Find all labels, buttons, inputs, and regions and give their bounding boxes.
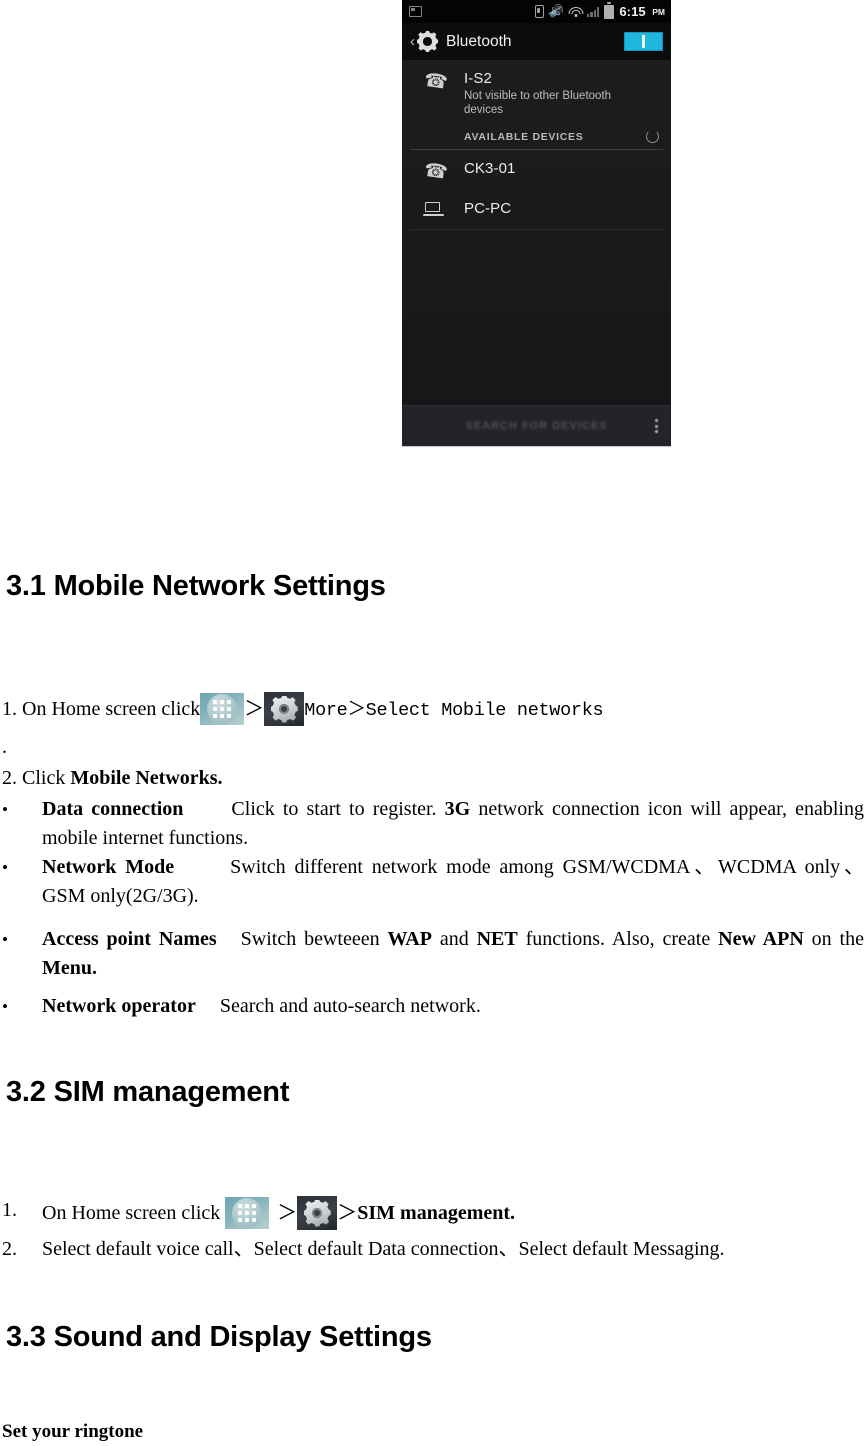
battery-icon bbox=[604, 2, 615, 19]
bluetooth-device-list: ☎ I-S2 Not visible to other Bluetooth de… bbox=[402, 60, 671, 230]
bullet-body: Network Mode Switch different network mod… bbox=[2, 853, 864, 911]
bluetooth-toggle[interactable] bbox=[624, 32, 663, 51]
bullet-marker: • bbox=[2, 997, 8, 1016]
status-bar-ampm: PM bbox=[652, 6, 665, 17]
step-3-1-2-prefix: 2. Click bbox=[2, 767, 71, 789]
status-bar-clock: 6:15 bbox=[619, 4, 646, 19]
bluetooth-settings-screenshot: 🔊 6:15 PM ‹ Bluetooth ☎ I-S2 Not visible… bbox=[402, 0, 671, 447]
phone-icon: ☎ bbox=[422, 69, 449, 94]
status-bar-right: 🔊 6:15 PM bbox=[535, 2, 671, 19]
bullet-bold-3g: 3G bbox=[444, 798, 471, 820]
step-number: 1. bbox=[2, 1199, 17, 1221]
phone-icon: ☎ bbox=[422, 159, 449, 184]
device-text: CK3-01 bbox=[464, 159, 515, 178]
step-body: On Home screen click ＞ ＞SIM management. bbox=[2, 1196, 862, 1230]
bullet-body: Access point Names Switch bewteeen WAP an… bbox=[2, 925, 864, 983]
bullet-text-g: on the bbox=[803, 928, 864, 950]
bullet-term: Data connection bbox=[42, 798, 184, 820]
bullet-bold-menu: Menu. bbox=[42, 957, 97, 979]
step-3-1-1-prefix: 1. On Home screen click bbox=[2, 698, 201, 720]
bullet-access-point-names: • Access point Names Switch bewteeen WAP … bbox=[2, 925, 864, 983]
step-3-1-2-bold: Mobile Networks. bbox=[70, 767, 223, 789]
action-bar: ‹ Bluetooth bbox=[402, 23, 671, 60]
heading-3-2: 3.2 SIM management bbox=[6, 1076, 290, 1108]
bullet-marker: • bbox=[2, 800, 8, 819]
device-icon-wrap bbox=[402, 199, 464, 217]
bottom-action-bar: SEARCH FOR DEVICES bbox=[402, 405, 671, 446]
gear-icon bbox=[417, 31, 438, 52]
bullet-network-mode: • Network Mode Switch different network m… bbox=[2, 853, 864, 911]
step-3-2-1: 1. On Home screen click ＞ ＞SIM managemen… bbox=[2, 1196, 862, 1230]
phone-screen: 🔊 6:15 PM ‹ Bluetooth ☎ I-S2 Not visible… bbox=[402, 0, 671, 446]
own-device-text: I-S2 Not visible to other Bluetooth devi… bbox=[464, 69, 629, 117]
bullet-body: Data connection Click to start to registe… bbox=[2, 795, 864, 853]
step-3-1-1-path: More＞Select Mobile networks bbox=[304, 700, 604, 721]
app-drawer-icon[interactable] bbox=[225, 1197, 270, 1229]
bullet-text-e: functions. Also, create bbox=[517, 928, 719, 950]
step-3-2-1-bold: SIM management. bbox=[357, 1202, 516, 1224]
bullet-marker: • bbox=[2, 858, 8, 877]
step-3-1-1: 1. On Home screen click ＞ More＞Select Mo… bbox=[2, 692, 862, 726]
device-name: PC-PC bbox=[464, 200, 512, 217]
bullet-text-a: Search and auto-search network. bbox=[219, 995, 481, 1017]
step-number: 2. bbox=[2, 1238, 17, 1260]
bullet-bold-net: NET bbox=[476, 928, 518, 950]
available-devices-header: AVAILABLE DEVICES bbox=[402, 126, 671, 147]
status-bar-left bbox=[402, 6, 422, 17]
settings-gear-icon[interactable] bbox=[264, 692, 305, 726]
step-3-2-1-prefix: On Home screen click bbox=[42, 1202, 221, 1224]
orphan-period: . bbox=[2, 736, 7, 758]
device-icon-wrap: ☎ bbox=[402, 159, 464, 184]
bullet-term: Access point Names bbox=[42, 928, 217, 950]
settings-gear-icon[interactable] bbox=[297, 1196, 338, 1230]
app-drawer-icon[interactable] bbox=[200, 693, 245, 725]
own-device-row[interactable]: ☎ I-S2 Not visible to other Bluetooth de… bbox=[402, 60, 671, 126]
divider bbox=[410, 229, 663, 230]
usb-icon bbox=[535, 5, 545, 18]
status-bar: 🔊 6:15 PM bbox=[402, 0, 671, 23]
mute-icon: 🔊 bbox=[549, 3, 565, 18]
laptop-icon bbox=[422, 202, 444, 217]
bullet-text-a: Click to start to register. bbox=[231, 798, 445, 820]
bullet-text-a: Switch bewteeen bbox=[240, 928, 388, 950]
separator-gt: ＞ bbox=[277, 1202, 298, 1224]
own-device-icon-wrap: ☎ bbox=[402, 69, 464, 94]
heading-3-1: 3.1 Mobile Network Settings bbox=[6, 570, 386, 602]
device-name: CK3-01 bbox=[464, 160, 516, 177]
bullet-bold-wap: WAP bbox=[387, 928, 432, 950]
screenshot-icon bbox=[409, 6, 422, 17]
own-device-name: I-S2 bbox=[464, 70, 492, 87]
search-for-devices-button[interactable]: SEARCH FOR DEVICES bbox=[465, 420, 607, 432]
bullet-network-operator: • Network operator Search and auto-search… bbox=[2, 992, 864, 1021]
back-icon[interactable]: ‹ bbox=[410, 34, 415, 49]
separator-gt: ＞ bbox=[244, 698, 265, 720]
signal-icon bbox=[587, 6, 600, 17]
device-row-pc-pc[interactable]: PC-PC bbox=[402, 190, 671, 227]
wifi-icon bbox=[568, 6, 584, 17]
own-device-subtitle: Not visible to other Bluetooth devices bbox=[464, 90, 612, 116]
bullet-term: Network operator bbox=[42, 995, 196, 1017]
heading-3-3: 3.3 Sound and Display Settings bbox=[6, 1321, 432, 1353]
available-devices-label: AVAILABLE DEVICES bbox=[464, 130, 584, 143]
device-row-ck3-01[interactable]: ☎ CK3-01 bbox=[402, 150, 671, 190]
step-3-1-2: 2. Click Mobile Networks. bbox=[2, 764, 223, 792]
bullet-term: Network Mode bbox=[42, 856, 175, 878]
bullet-data-connection: • Data connection Click to start to regis… bbox=[2, 795, 864, 853]
step-body: Select default voice call、Select default… bbox=[42, 1238, 725, 1260]
bullet-bold-new-apn: New APN bbox=[718, 928, 804, 950]
bullet-text-c: and bbox=[431, 928, 477, 950]
screen-title: Bluetooth bbox=[446, 32, 512, 50]
scanning-spinner-icon bbox=[646, 130, 659, 143]
separator-gt: ＞ bbox=[337, 1202, 358, 1224]
device-text: PC-PC bbox=[464, 199, 511, 218]
step-3-2-2: 2. Select default voice call、Select defa… bbox=[2, 1235, 862, 1264]
overflow-menu-icon[interactable] bbox=[655, 418, 658, 434]
bullet-marker: • bbox=[2, 930, 8, 949]
bullet-body: Network operator Search and auto-search n… bbox=[2, 992, 864, 1021]
